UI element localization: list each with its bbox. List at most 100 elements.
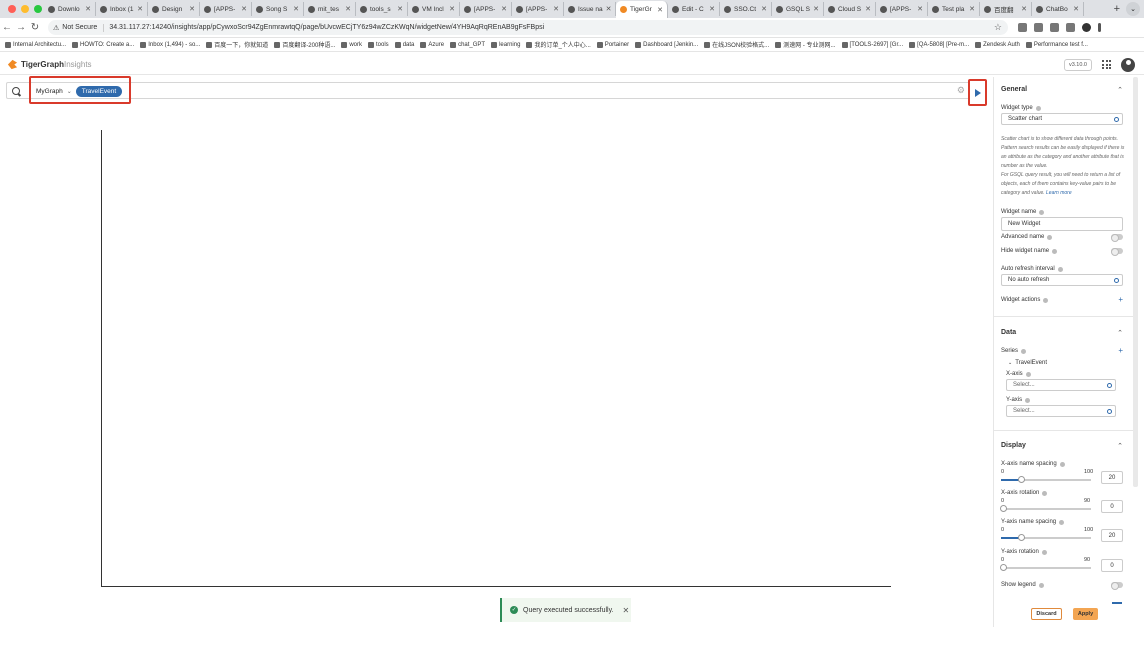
slider-thumb[interactable]: [1018, 534, 1025, 541]
discard-button[interactable]: Discard: [1031, 608, 1062, 620]
collapse-display-icon[interactable]: ⌃: [1117, 442, 1123, 450]
apply-button[interactable]: Apply: [1073, 608, 1098, 620]
browser-tab[interactable]: Cloud S ✕: [824, 2, 876, 16]
x-axis-select[interactable]: Select...: [1006, 379, 1116, 391]
url-text[interactable]: 34.31.117.27:14240/insights/app/pCywxoSc…: [109, 24, 544, 31]
close-tab-icon[interactable]: ✕: [293, 5, 299, 13]
profile-avatar[interactable]: [1082, 23, 1091, 32]
bookmark-item[interactable]: 测速网 - 专业测网...: [775, 40, 836, 49]
bookmark-item[interactable]: 在线JSON校验格式...: [704, 40, 769, 49]
close-tab-icon[interactable]: ✕: [85, 5, 91, 13]
auto-refresh-select[interactable]: No auto refresh: [1001, 274, 1123, 286]
slider-thumb[interactable]: [1018, 476, 1025, 483]
slider-value-input[interactable]: 0: [1101, 559, 1123, 572]
sidebar-icon[interactable]: [1066, 23, 1075, 32]
close-tab-icon[interactable]: ✕: [397, 5, 403, 13]
bookmark-item[interactable]: 百度一下，你就知道: [206, 40, 268, 49]
slider-value-input[interactable]: 0: [1101, 500, 1123, 513]
graph-selector[interactable]: MyGraph ⌄ TravelEvent: [36, 86, 123, 97]
browser-menu-icon[interactable]: [1098, 23, 1101, 32]
apps-grid-icon[interactable]: [1102, 60, 1111, 69]
user-account-icon[interactable]: [1121, 57, 1135, 72]
add-series-icon[interactable]: +: [1118, 346, 1123, 355]
slider-thumb[interactable]: [1000, 564, 1007, 571]
browser-tab[interactable]: [APPS- ✕: [460, 2, 512, 16]
close-tab-icon[interactable]: ✕: [449, 5, 455, 13]
back-icon[interactable]: ←: [0, 22, 14, 33]
bookmark-item[interactable]: 百度翻译-200种语...: [274, 40, 335, 49]
close-tab-icon[interactable]: ✕: [865, 5, 871, 13]
minimize-window-button[interactable]: [21, 5, 29, 13]
browser-tab[interactable]: Downlo ✕: [44, 2, 96, 16]
collapse-general-icon[interactable]: ⌃: [1117, 86, 1123, 94]
bookmark-item[interactable]: Performance test f...: [1025, 41, 1088, 48]
hide-widget-name-toggle[interactable]: [1111, 248, 1123, 256]
browser-tab[interactable]: Inbox (1 ✕: [96, 2, 148, 16]
bookmark-item[interactable]: [QA-5808] [Pre-m...: [909, 41, 969, 48]
widget-type-select[interactable]: Scatter chart: [1001, 113, 1123, 125]
bookmark-item[interactable]: Dashboard [Jenkin...: [635, 41, 698, 48]
extension-icon[interactable]: [1034, 23, 1043, 32]
graph-name[interactable]: MyGraph: [36, 88, 63, 95]
bookmark-item[interactable]: [TOOLS-2697] [Gr...: [841, 41, 903, 48]
bookmark-item[interactable]: Inbox (1,494) - so...: [140, 41, 200, 48]
bookmark-item[interactable]: Portainer: [596, 41, 629, 48]
close-tab-icon[interactable]: ✕: [917, 5, 923, 13]
close-tab-icon[interactable]: ✕: [969, 5, 975, 13]
close-tab-icon[interactable]: ✕: [501, 5, 507, 13]
display-section-title[interactable]: Display: [1001, 442, 1026, 449]
browser-tab[interactable]: SSO.Ct ✕: [720, 2, 772, 16]
tab-search-button[interactable]: ⌄: [1126, 2, 1140, 16]
extensions-puzzle-icon[interactable]: [1050, 23, 1059, 32]
pattern-search-bar[interactable]: ⚙: [6, 82, 970, 99]
forward-icon[interactable]: →: [14, 22, 28, 33]
close-tab-icon[interactable]: ✕: [1073, 5, 1079, 13]
bookmark-item[interactable]: Internal Architectu...: [5, 41, 66, 48]
show-legend-toggle[interactable]: [1111, 582, 1123, 590]
reload-icon[interactable]: ↻: [28, 22, 42, 33]
bookmark-item[interactable]: learning: [491, 41, 520, 48]
add-widget-action-icon[interactable]: +: [1118, 295, 1123, 304]
bookmark-item[interactable]: tools: [368, 41, 389, 48]
bookmark-item[interactable]: Zendesk Auth: [975, 41, 1020, 48]
close-tab-icon[interactable]: ✕: [761, 5, 767, 13]
browser-tab[interactable]: VM Incl ✕: [408, 2, 460, 16]
browser-tab[interactable]: Design ✕: [148, 2, 200, 16]
advanced-name-toggle[interactable]: [1111, 234, 1123, 242]
vertex-chip[interactable]: TravelEvent: [75, 86, 123, 97]
browser-tab[interactable]: ChatBo ✕: [1032, 2, 1084, 16]
browser-tab[interactable]: GSQL S ✕: [772, 2, 824, 16]
settings-gear-icon[interactable]: ⚙: [957, 85, 965, 96]
close-tab-icon[interactable]: ✕: [189, 5, 195, 13]
run-query-button[interactable]: [968, 79, 987, 106]
bookmark-item[interactable]: 我的订单_个人中心...: [526, 40, 591, 49]
bookmark-item[interactable]: work: [341, 41, 362, 48]
not-secure-indicator[interactable]: ⚠ Not Secure: [53, 23, 105, 32]
bookmark-item[interactable]: HOWTO: Create a...: [72, 41, 134, 48]
browser-tab[interactable]: Test pla ✕: [928, 2, 980, 16]
general-section-title[interactable]: General: [1001, 86, 1027, 93]
browser-tab[interactable]: [APPS- ✕: [876, 2, 928, 16]
browser-tab[interactable]: TigerGr ✕: [616, 1, 668, 18]
close-tab-icon[interactable]: ✕: [345, 5, 351, 13]
close-tab-icon[interactable]: ✕: [241, 5, 247, 13]
close-tab-icon[interactable]: ✕: [709, 5, 715, 13]
y-axis-select[interactable]: Select...: [1006, 405, 1116, 417]
bookmark-item[interactable]: Azure: [420, 41, 444, 48]
collapse-data-icon[interactable]: ⌃: [1117, 329, 1123, 337]
slider-track[interactable]: [1001, 508, 1091, 510]
browser-tab[interactable]: Song S ✕: [252, 2, 304, 16]
panel-scrollbar[interactable]: [1133, 77, 1138, 487]
browser-tab[interactable]: 百度翻 ✕: [980, 2, 1032, 16]
chevron-down-icon[interactable]: ⌄: [67, 88, 72, 95]
app-logo[interactable]: TigerGraph Insights: [0, 59, 92, 70]
close-tab-icon[interactable]: ✕: [137, 5, 143, 13]
maximize-window-button[interactable]: [34, 5, 42, 13]
extension-icon[interactable]: [1018, 23, 1027, 32]
browser-tab[interactable]: Edit - C ✕: [668, 2, 720, 16]
close-tab-icon[interactable]: ✕: [1021, 5, 1027, 13]
close-window-button[interactable]: [8, 5, 16, 13]
browser-tab[interactable]: [APPS- ✕: [200, 2, 252, 16]
close-tab-icon[interactable]: ✕: [553, 5, 559, 13]
slider-value-input[interactable]: 20: [1101, 471, 1123, 484]
